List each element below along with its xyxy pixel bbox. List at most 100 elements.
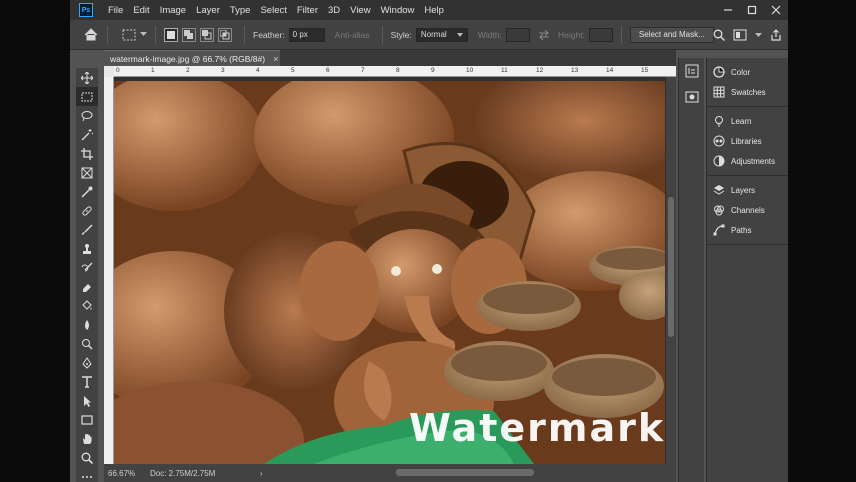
status-bar: 66.67% Doc: 2.75M/2.75M ›	[104, 464, 676, 482]
rectangle-tool-icon[interactable]	[76, 410, 98, 429]
ruler-origin[interactable]	[104, 66, 114, 77]
close-document-icon[interactable]: ×	[273, 54, 278, 64]
vertical-scrollbar[interactable]	[666, 77, 676, 464]
paths-icon	[713, 224, 725, 236]
letterbox-right	[788, 0, 856, 482]
healing-brush-tool-icon[interactable]	[76, 201, 98, 220]
history-panel-icon[interactable]	[679, 58, 705, 84]
libraries-panel-tab[interactable]: Libraries	[707, 131, 788, 151]
ruler-tick-label: 5	[291, 67, 295, 74]
zoom-tool-icon[interactable]	[76, 448, 98, 467]
chevron-down-icon[interactable]	[755, 32, 762, 38]
menu-edit[interactable]: Edit	[128, 5, 154, 16]
color-panel-tab[interactable]: Color	[707, 62, 788, 82]
history-brush-tool-icon[interactable]	[76, 258, 98, 277]
ruler-tick-label: 3	[221, 67, 225, 74]
pen-tool-icon[interactable]	[76, 353, 98, 372]
photoshop-window: Ps File Edit Image Layer Type Select Fil…	[70, 0, 788, 482]
chevron-down-icon	[140, 32, 147, 36]
paths-panel-tab[interactable]: Paths	[707, 220, 788, 240]
panel-group-color: Color Swatches	[707, 58, 788, 107]
menu-view[interactable]: View	[345, 5, 375, 16]
swatches-panel-tab[interactable]: Swatches	[707, 82, 788, 102]
type-tool-icon[interactable]	[76, 372, 98, 391]
tool-preset-picker[interactable]	[122, 29, 147, 41]
menu-3d[interactable]: 3D	[323, 5, 345, 16]
eyedropper-tool-icon[interactable]	[76, 182, 98, 201]
vertical-ruler[interactable]	[104, 77, 114, 464]
rectangular-marquee-tool-icon[interactable]	[76, 87, 98, 106]
vertical-scrollbar-thumb[interactable]	[668, 197, 674, 337]
minimize-icon[interactable]	[716, 0, 740, 20]
layers-panel-tab[interactable]: Layers	[707, 180, 788, 200]
ruler-tick-label: 7	[361, 67, 365, 74]
brush-tool-icon[interactable]	[76, 220, 98, 239]
swap-dimensions-icon[interactable]	[538, 29, 550, 40]
horizontal-ruler[interactable]: 0 1 2 3 4 5 6 7 8 9 10 11 12 13 14 15	[114, 66, 676, 77]
grid-icon	[713, 86, 725, 98]
ruler-tick-label: 6	[326, 67, 330, 74]
menu-layer[interactable]: Layer	[191, 5, 225, 16]
select-and-mask-button[interactable]: Select and Mask...	[629, 26, 714, 43]
crop-tool-icon[interactable]	[76, 144, 98, 163]
options-bar: Feather: 0 px Anti-alias Style: Normal W…	[70, 20, 788, 50]
ruler-tick-label: 8	[396, 67, 400, 74]
panel-group-learn: Learn Libraries Adjustments	[707, 107, 788, 176]
channels-panel-tab[interactable]: Channels	[707, 200, 788, 220]
dodge-tool-icon[interactable]	[76, 334, 98, 353]
menu-help[interactable]: Help	[419, 5, 449, 16]
search-icon[interactable]	[713, 29, 725, 41]
more-tools-icon[interactable]	[76, 467, 98, 482]
blur-tool-icon[interactable]	[76, 315, 98, 334]
color-panel-label: Color	[731, 67, 751, 77]
height-input[interactable]	[588, 27, 613, 42]
feather-input[interactable]: 0 px	[288, 27, 325, 42]
style-select[interactable]: Normal	[415, 27, 468, 42]
separator	[381, 25, 383, 44]
path-selection-tool-icon[interactable]	[76, 391, 98, 410]
clone-stamp-tool-icon[interactable]	[76, 239, 98, 258]
width-input[interactable]	[505, 27, 530, 42]
workspace-icon[interactable]	[733, 29, 747, 41]
add-selection-mode-icon[interactable]	[182, 27, 196, 42]
subtract-selection-mode-icon[interactable]	[200, 27, 214, 42]
document-size: Doc: 2.75M/2.75M	[150, 468, 216, 478]
menu-file[interactable]: File	[103, 5, 128, 16]
horizontal-scrollbar-thumb[interactable]	[396, 469, 534, 476]
learn-panel-tab[interactable]: Learn	[707, 111, 788, 131]
window-controls	[716, 0, 788, 20]
lasso-tool-icon[interactable]	[76, 106, 98, 125]
ruler-tick-label: 15	[641, 67, 649, 74]
panel-dock: Color Swatches Learn Libraries Adjustmen…	[706, 58, 788, 482]
paint-bucket-tool-icon[interactable]	[76, 296, 98, 315]
properties-panel-icon[interactable]	[679, 84, 705, 110]
menu-select[interactable]: Select	[255, 5, 291, 16]
status-menu-arrow[interactable]: ›	[260, 469, 263, 478]
menu-type[interactable]: Type	[225, 5, 256, 16]
intersect-selection-mode-icon[interactable]	[218, 27, 232, 42]
ruler-tick-label: 11	[501, 67, 508, 74]
close-icon[interactable]	[764, 0, 788, 20]
maximize-icon[interactable]	[740, 0, 764, 20]
menu-window[interactable]: Window	[376, 5, 420, 16]
magic-wand-tool-icon[interactable]	[76, 125, 98, 144]
menu-filter[interactable]: Filter	[292, 5, 323, 16]
canvas-area[interactable]: Watermark	[114, 77, 676, 464]
document-tab[interactable]: watermark-image.jpg @ 66.7% (RGB/8#) ×	[104, 50, 280, 66]
channels-panel-label: Channels	[731, 205, 765, 215]
menu-image[interactable]: Image	[155, 5, 191, 16]
home-icon[interactable]	[83, 28, 99, 42]
eraser-tool-icon[interactable]	[76, 277, 98, 296]
layers-icon	[713, 185, 725, 195]
zoom-level[interactable]: 66.67%	[104, 469, 150, 478]
ruler-tick-label: 1	[151, 67, 155, 74]
frame-tool-icon[interactable]	[76, 163, 98, 182]
hand-tool-icon[interactable]	[76, 429, 98, 448]
separator	[107, 25, 108, 44]
move-tool-icon[interactable]	[76, 68, 98, 87]
adjustments-panel-tab[interactable]: Adjustments	[707, 151, 788, 171]
ruler-tick-label: 13	[571, 67, 579, 74]
new-selection-mode-icon[interactable]	[164, 27, 178, 42]
antialias-checkbox[interactable]: Anti-alias	[335, 30, 370, 40]
share-icon[interactable]	[770, 29, 782, 41]
